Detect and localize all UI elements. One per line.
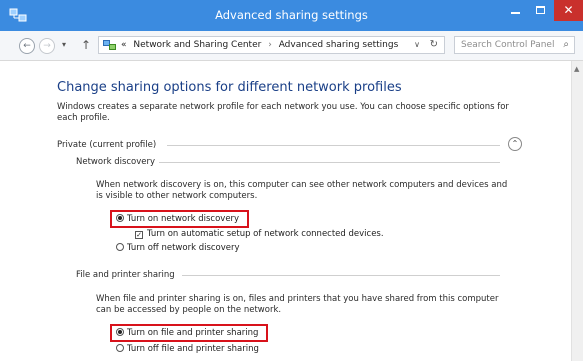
network-discovery-description: When network discovery is on, this compu…	[96, 180, 508, 201]
address-bar[interactable]: « Network and Sharing Center › Advanced …	[98, 36, 445, 54]
title-bar: Advanced sharing settings ✕	[0, 0, 583, 31]
breadcrumb: « Network and Sharing Center › Advanced …	[121, 37, 398, 53]
scroll-up-icon[interactable]: ▲	[574, 65, 579, 73]
search-input[interactable]: Search Control Panel ⌕	[454, 36, 575, 54]
window-title: Advanced sharing settings	[215, 8, 368, 22]
refresh-icon[interactable]: ↻	[430, 37, 438, 53]
address-dropdown-icon[interactable]: ∨	[414, 37, 420, 53]
breadcrumb-separator[interactable]: ›	[268, 40, 272, 50]
search-placeholder: Search Control Panel	[461, 40, 555, 50]
highlight-box	[110, 324, 268, 342]
maximize-icon	[536, 6, 545, 14]
maximize-button[interactable]	[528, 0, 554, 22]
checkbox-automatic-setup[interactable]: ✓ Turn on automatic setup of network conn…	[135, 229, 384, 240]
close-button[interactable]: ✕	[554, 0, 583, 21]
minimize-button[interactable]	[502, 0, 528, 22]
recent-locations-icon[interactable]: ▾	[62, 40, 66, 49]
collapse-chevron-icon[interactable]: ⌃	[508, 137, 522, 151]
file-printer-sharing-description: When file and printer sharing is on, fil…	[96, 294, 499, 315]
page-description: Windows creates a separate network profi…	[57, 102, 509, 123]
section-divider	[167, 145, 500, 146]
up-button[interactable]: ↑	[81, 38, 91, 52]
navigation-bar: ← → ▾ ↑ « Network and Sharing Center › A…	[0, 31, 583, 61]
forward-button[interactable]: →	[39, 38, 55, 54]
radio-label: Turn off network discovery	[127, 243, 240, 253]
close-icon: ✕	[563, 3, 574, 17]
breadcrumb-network-and-sharing-center[interactable]: Network and Sharing Center	[133, 40, 261, 50]
vertical-scrollbar[interactable]: ▲	[571, 61, 583, 361]
search-icon[interactable]: ⌕	[563, 37, 569, 53]
section-divider	[159, 162, 500, 163]
radio-label: Turn off file and printer sharing	[127, 344, 259, 353]
radio-turn-off-network-discovery[interactable]: Turn off network discovery	[116, 243, 240, 253]
section-divider	[182, 275, 500, 276]
radio-unselected-icon[interactable]	[116, 344, 124, 352]
network-discovery-title: Network discovery	[76, 157, 156, 167]
profile-header-private[interactable]: Private (current profile)	[57, 140, 156, 150]
control-panel-icon	[103, 40, 116, 50]
checkbox-label: Turn on automatic setup of network conne…	[147, 229, 384, 239]
file-printer-sharing-title: File and printer sharing	[76, 270, 175, 280]
back-button[interactable]: ←	[19, 38, 35, 54]
breadcrumb-advanced-sharing-settings[interactable]: Advanced sharing settings	[279, 40, 399, 50]
radio-unselected-icon[interactable]	[116, 243, 124, 251]
highlight-box	[110, 210, 249, 228]
radio-turn-off-file-printer-sharing[interactable]: Turn off file and printer sharing	[116, 344, 259, 353]
minimize-icon	[511, 12, 520, 14]
page-title: Change sharing options for different net…	[57, 80, 402, 95]
breadcrumb-overflow[interactable]: «	[121, 40, 127, 50]
checkbox-checked-icon[interactable]: ✓	[135, 231, 143, 239]
